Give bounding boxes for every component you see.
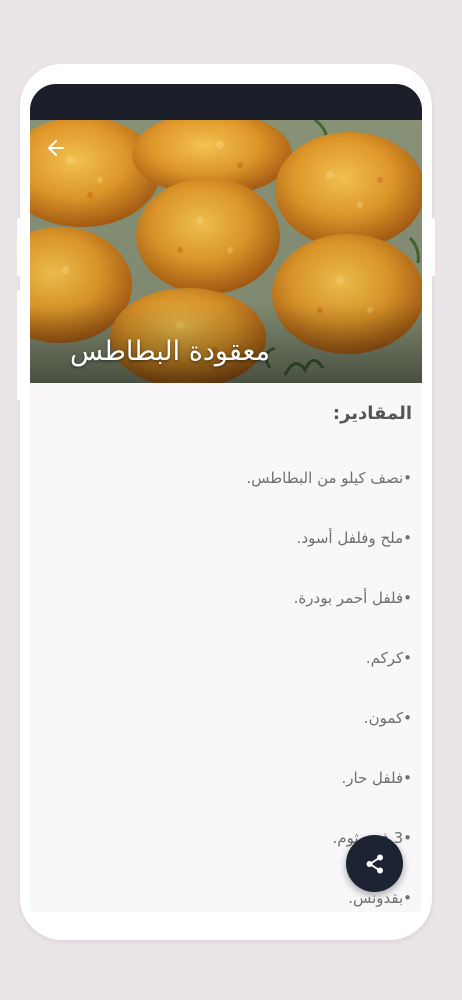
recipe-hero-image: معقودة البطاطس — [30, 120, 422, 383]
app-screen: معقودة البطاطس المقادير: •نصف كيلو من ال… — [30, 84, 422, 912]
ingredient-item: •كمون. — [363, 709, 412, 727]
share-button[interactable] — [346, 835, 403, 892]
ingredient-item: •ملح وفلفل أسود. — [296, 529, 412, 547]
ingredient-item: •فلفل حار. — [341, 769, 412, 787]
back-button[interactable] — [42, 134, 70, 162]
share-icon — [366, 854, 383, 873]
phone-side-button-right — [431, 218, 435, 276]
ingredient-item: •نصف كيلو من البطاطس. — [246, 469, 412, 487]
ingredients-heading: المقادير: — [332, 403, 412, 424]
ingredient-item: •كركم. — [365, 649, 412, 667]
ingredient-item: •بقدونس. — [348, 889, 412, 907]
status-bar — [30, 84, 422, 120]
phone-side-button-left — [17, 218, 21, 276]
recipe-title: معقودة البطاطس — [70, 336, 271, 367]
arrow-left-icon — [48, 140, 64, 156]
phone-side-button-left-lower — [17, 290, 21, 400]
ingredient-item: •فلفل أحمر بودرة. — [293, 589, 412, 607]
